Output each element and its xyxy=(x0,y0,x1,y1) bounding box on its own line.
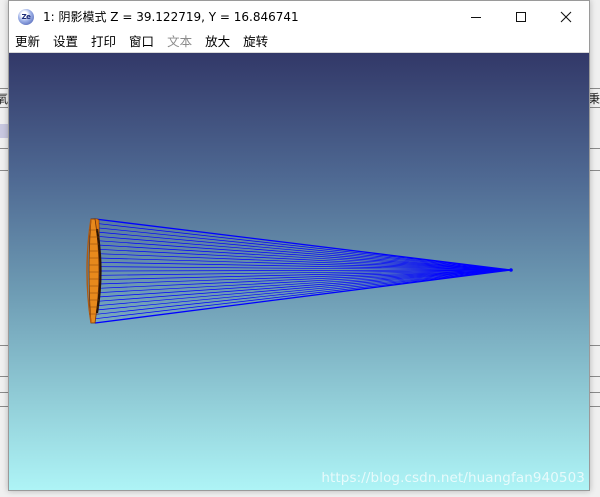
lens-element xyxy=(86,218,102,324)
title-bar[interactable]: Ze 1: 阴影模式 Z = 39.122719, Y = 16.846741 xyxy=(9,1,589,32)
menu-window[interactable]: 窗口 xyxy=(129,33,154,51)
ray-bundle xyxy=(94,218,512,324)
ray-line xyxy=(98,269,512,294)
menu-zoom[interactable]: 放大 xyxy=(205,33,230,51)
ray-line xyxy=(95,222,512,271)
menu-update[interactable]: 更新 xyxy=(15,33,40,51)
ray-line xyxy=(96,269,512,307)
menu-text: 文本 xyxy=(167,34,193,49)
window-title: 1: 阴影模式 Z = 39.122719, Y = 16.846741 xyxy=(43,10,299,24)
menu-rotate[interactable]: 旋转 xyxy=(243,33,268,51)
maximize-icon xyxy=(515,11,526,22)
maximize-button[interactable] xyxy=(498,1,543,32)
close-button[interactable] xyxy=(543,1,588,32)
menu-settings[interactable]: 设置 xyxy=(53,33,78,51)
lens-ray-scene xyxy=(86,218,513,324)
ray-line xyxy=(95,269,512,315)
ray-line xyxy=(96,235,512,271)
ray-line xyxy=(96,269,512,311)
close-icon xyxy=(560,11,571,22)
watermark-text: https://blog.csdn.net/huangfan940503 xyxy=(321,470,585,486)
layout-window: Ze 1: 阴影模式 Z = 39.122719, Y = 16.846741 … xyxy=(8,0,590,491)
minimize-icon xyxy=(470,16,481,18)
ray-line xyxy=(94,218,512,271)
bg-text-left: 氧 xyxy=(0,92,9,106)
menu-print[interactable]: 打印 xyxy=(91,33,116,51)
menu-bar: 更新 设置 打印 窗口 文本 放大 旋转 xyxy=(9,32,589,53)
app-logo-icon[interactable]: Ze xyxy=(18,8,34,25)
minimize-button[interactable] xyxy=(453,1,498,32)
bg-selected-cell xyxy=(0,124,8,138)
shaded-model-viewport[interactable]: https://blog.csdn.net/huangfan940503 xyxy=(9,53,589,490)
focal-point xyxy=(509,268,513,272)
ray-line xyxy=(97,269,512,298)
